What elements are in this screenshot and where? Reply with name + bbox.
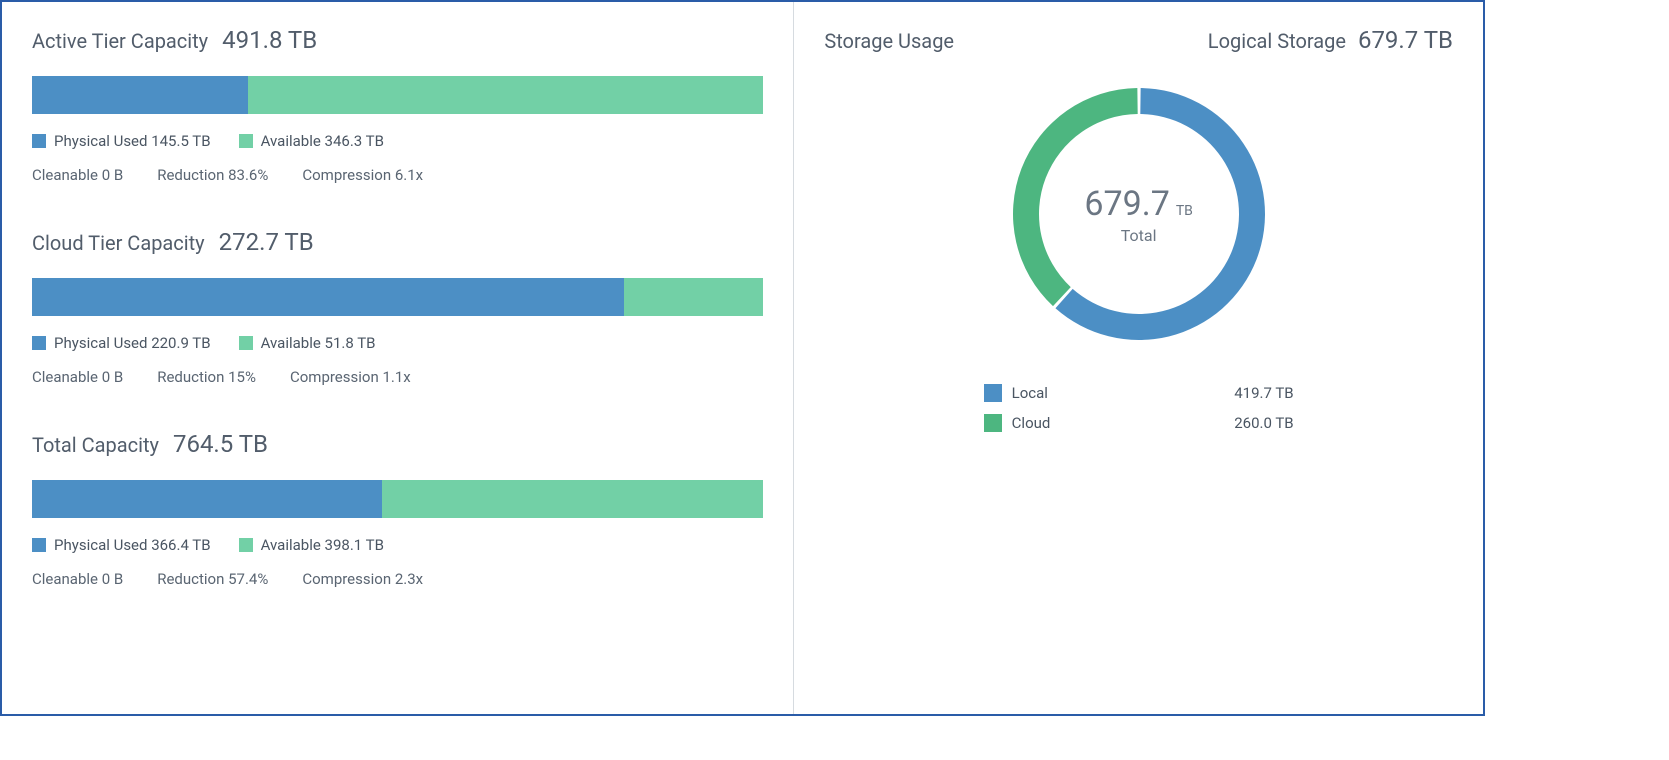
legend-used-text: Physical Used 145.5 TB — [54, 132, 211, 150]
logical-storage-group: Logical Storage 679.7 TB — [1208, 26, 1453, 54]
tier-block-active: Active Tier Capacity 491.8 TB Physical U… — [32, 26, 763, 184]
donut-chart: 679.7 TB Total — [999, 74, 1279, 354]
donut-legend: Local 419.7 TB Cloud 260.0 TB — [984, 378, 1294, 438]
tier-header: Active Tier Capacity 491.8 TB — [32, 26, 763, 54]
donut-legend-value: 260.0 TB — [1234, 414, 1293, 432]
donut-svg — [999, 74, 1279, 354]
square-icon — [239, 336, 253, 350]
tier-header: Total Capacity 764.5 TB — [32, 430, 763, 458]
legend-available-text: Available 346.3 TB — [261, 132, 384, 150]
tier-title: Cloud Tier Capacity — [32, 231, 205, 255]
square-icon — [32, 336, 46, 350]
donut-legend-row-local: Local 419.7 TB — [984, 378, 1294, 408]
logical-storage-label: Logical Storage — [1208, 29, 1346, 53]
capacity-bar-used — [32, 480, 382, 518]
tier-header: Cloud Tier Capacity 272.7 TB — [32, 228, 763, 256]
legend-used-text: Physical Used 220.9 TB — [54, 334, 211, 352]
square-icon — [984, 384, 1002, 402]
stat-cleanable: Cleanable 0 B — [32, 166, 123, 184]
stat-cleanable: Cleanable 0 B — [32, 368, 123, 386]
donut-legend-name: Local — [1012, 384, 1048, 402]
donut-legend-value: 419.7 TB — [1234, 384, 1293, 402]
tier-total-value: 491.8 TB — [222, 26, 317, 54]
legend-available-text: Available 398.1 TB — [261, 536, 384, 554]
donut-legend-row-cloud: Cloud 260.0 TB — [984, 408, 1294, 438]
storage-usage-title: Storage Usage — [824, 29, 954, 53]
tier-stats: Cleanable 0 B Reduction 15% Compression … — [32, 368, 763, 386]
logical-storage-value: 679.7 TB — [1358, 26, 1453, 54]
square-icon — [32, 134, 46, 148]
bar-legend: Physical Used 366.4 TB Available 398.1 T… — [32, 536, 763, 554]
legend-used-text: Physical Used 366.4 TB — [54, 536, 211, 554]
tier-stats: Cleanable 0 B Reduction 57.4% Compressio… — [32, 570, 763, 588]
tier-stats: Cleanable 0 B Reduction 83.6% Compressio… — [32, 166, 763, 184]
capacity-bar-used — [32, 76, 248, 114]
donut-chart-wrap: 679.7 TB Total Local 419.7 TB — [824, 74, 1453, 438]
capacity-bar — [32, 278, 763, 316]
legend-used: Physical Used 366.4 TB — [32, 536, 211, 554]
stat-cleanable: Cleanable 0 B — [32, 570, 123, 588]
dashboard-frame: Active Tier Capacity 491.8 TB Physical U… — [0, 0, 1485, 716]
tier-total-value: 764.5 TB — [173, 430, 268, 458]
stat-reduction: Reduction 57.4% — [157, 570, 268, 588]
legend-available: Available 51.8 TB — [239, 334, 376, 352]
stat-reduction: Reduction 15% — [157, 368, 256, 386]
stat-compression: Compression 6.1x — [302, 166, 423, 184]
legend-used: Physical Used 220.9 TB — [32, 334, 211, 352]
square-icon — [984, 414, 1002, 432]
tier-title: Total Capacity — [32, 433, 159, 457]
bar-legend: Physical Used 145.5 TB Available 346.3 T… — [32, 132, 763, 150]
tier-block-cloud: Cloud Tier Capacity 272.7 TB Physical Us… — [32, 228, 763, 386]
storage-usage-panel: Storage Usage Logical Storage 679.7 TB 6… — [794, 2, 1483, 714]
capacity-panel: Active Tier Capacity 491.8 TB Physical U… — [2, 2, 794, 714]
legend-available: Available 346.3 TB — [239, 132, 384, 150]
capacity-bar — [32, 480, 763, 518]
donut-legend-name: Cloud — [1012, 414, 1051, 432]
donut-slice-cloud — [1013, 88, 1138, 306]
tier-block-total: Total Capacity 764.5 TB Physical Used 36… — [32, 430, 763, 588]
stat-compression: Compression 1.1x — [290, 368, 411, 386]
stat-compression: Compression 2.3x — [302, 570, 423, 588]
capacity-bar-used — [32, 278, 624, 316]
storage-usage-header: Storage Usage Logical Storage 679.7 TB — [824, 26, 1453, 54]
stat-reduction: Reduction 83.6% — [157, 166, 268, 184]
square-icon — [239, 538, 253, 552]
donut-legend-left: Cloud — [984, 414, 1051, 432]
square-icon — [32, 538, 46, 552]
legend-available: Available 398.1 TB — [239, 536, 384, 554]
bar-legend: Physical Used 220.9 TB Available 51.8 TB — [32, 334, 763, 352]
legend-used: Physical Used 145.5 TB — [32, 132, 211, 150]
legend-available-text: Available 51.8 TB — [261, 334, 376, 352]
capacity-bar — [32, 76, 763, 114]
tier-title: Active Tier Capacity — [32, 29, 208, 53]
tier-total-value: 272.7 TB — [219, 228, 314, 256]
square-icon — [239, 134, 253, 148]
donut-legend-left: Local — [984, 384, 1048, 402]
